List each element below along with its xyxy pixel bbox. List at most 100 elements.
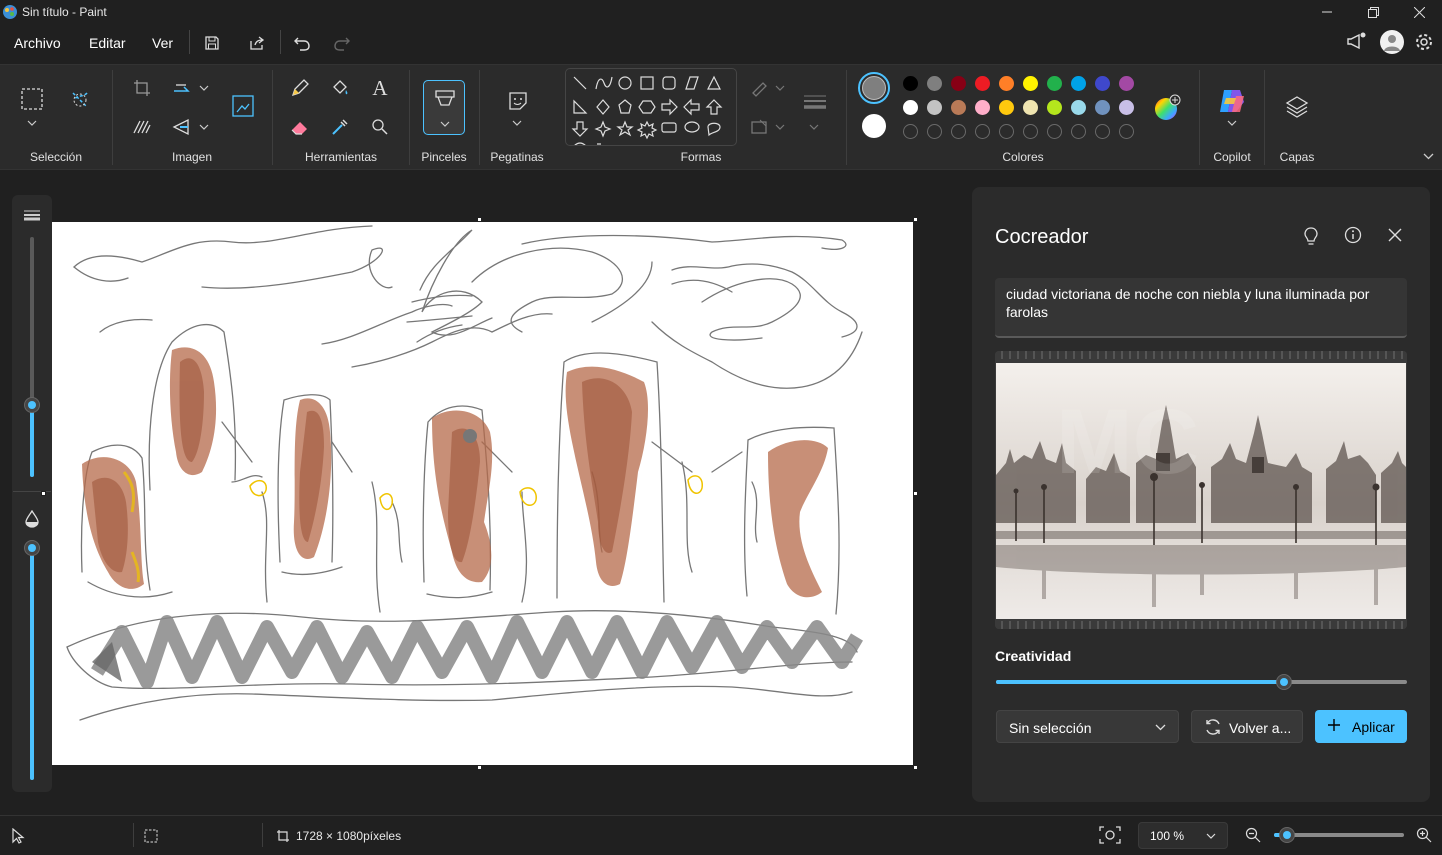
chevron-down-icon[interactable] [1227,120,1237,126]
custom-color-slot[interactable] [927,124,942,139]
chevron-down-icon[interactable] [775,124,785,130]
menu-archivo[interactable]: Archivo [14,35,61,51]
sticker-icon[interactable] [503,87,533,115]
flip-icon[interactable] [167,113,197,141]
opacity-thumb[interactable] [24,540,40,556]
custom-color-slot[interactable] [903,124,918,139]
color-swatch[interactable] [975,100,990,115]
color-swatch[interactable] [999,76,1014,91]
chevron-down-icon[interactable] [809,124,819,130]
lightbulb-icon[interactable] [1302,226,1320,246]
color-picker-icon[interactable] [325,113,355,141]
color-swatch[interactable] [999,100,1014,115]
chevron-down-icon[interactable] [512,120,522,126]
opacity-slider[interactable] [24,540,40,780]
resize-handle[interactable] [477,217,482,222]
color-swatch[interactable] [951,100,966,115]
zoom-out-icon[interactable] [1245,827,1261,843]
color-swatch[interactable] [1071,76,1086,91]
free-select-icon[interactable] [65,86,95,114]
shape-outline-icon[interactable] [745,74,775,102]
prompt-input[interactable]: ciudad victoriana de noche con niebla y … [995,278,1407,338]
image-resize-icon[interactable] [228,92,258,120]
text-tool-icon[interactable]: A [365,74,395,102]
whats-new-icon[interactable] [1345,30,1367,52]
color-swatch[interactable] [927,100,942,115]
shapes-gallery[interactable] [565,68,737,146]
custom-color-slot[interactable] [951,124,966,139]
custom-color-slot[interactable] [975,124,990,139]
style-dropdown[interactable]: Sin selección [996,710,1179,743]
ribbon-collapse-chevron-icon[interactable] [1423,153,1434,160]
line-width-icon[interactable] [800,88,830,116]
apply-button[interactable]: Aplicar [1315,710,1407,743]
custom-color-slot[interactable] [1023,124,1038,139]
color-swatch[interactable] [1119,76,1134,91]
copilot-icon[interactable] [1218,88,1246,114]
color-swatch[interactable] [903,100,918,115]
chevron-down-icon[interactable] [775,85,785,91]
fit-to-window-icon[interactable] [1099,826,1121,844]
color-swatch[interactable] [927,76,942,91]
secondary-color-swatch[interactable] [862,114,886,138]
share-icon[interactable] [245,32,269,54]
color-swatch[interactable] [1095,76,1110,91]
undo-icon[interactable] [290,32,314,54]
crop-icon[interactable] [127,74,157,102]
zoom-slider[interactable] [1274,827,1404,843]
color-swatch[interactable] [1023,76,1038,91]
brushes-button[interactable] [423,80,465,135]
resize-handle[interactable] [913,217,918,222]
fill-bucket-icon[interactable] [325,74,355,102]
creativity-slider[interactable] [996,674,1407,690]
background-remove-icon[interactable] [127,113,157,141]
zoom-thumb[interactable] [1279,827,1295,843]
color-swatch[interactable] [1023,100,1038,115]
chevron-down-icon[interactable] [199,85,209,91]
rotate-icon[interactable] [167,74,197,102]
color-swatch[interactable] [951,76,966,91]
color-swatch[interactable] [903,76,918,91]
restore-button[interactable] [1350,0,1396,24]
eraser-icon[interactable] [285,113,315,141]
zoom-dropdown[interactable]: 100 % [1138,822,1228,849]
pencil-icon[interactable] [285,74,315,102]
chevron-down-icon[interactable] [199,124,209,130]
regenerate-button[interactable]: Volver a... [1191,710,1303,743]
zoom-in-icon[interactable] [1416,827,1432,843]
close-panel-icon[interactable] [1388,228,1402,242]
resize-handle[interactable] [913,491,918,496]
settings-gear-icon[interactable] [1414,32,1434,52]
color-swatch[interactable] [1095,100,1110,115]
color-swatch[interactable] [1047,76,1062,91]
minimize-button[interactable] [1304,0,1350,24]
account-avatar[interactable] [1380,30,1404,54]
creativity-thumb[interactable] [1276,674,1292,690]
menu-editar[interactable]: Editar [89,35,126,51]
primary-color-selector[interactable] [858,72,890,104]
save-icon[interactable] [200,32,224,54]
chevron-down-icon[interactable] [27,120,37,126]
rectangle-select-icon[interactable] [17,85,47,113]
layers-icon[interactable] [1285,95,1309,119]
color-swatch[interactable] [975,76,990,91]
custom-color-slot[interactable] [1095,124,1110,139]
magnifier-icon[interactable] [365,113,395,141]
custom-color-slot[interactable] [1119,124,1134,139]
custom-color-slot[interactable] [1071,124,1086,139]
custom-color-slot[interactable] [999,124,1014,139]
redo-icon[interactable] [330,32,354,54]
menu-ver[interactable]: Ver [152,35,173,51]
shape-fill-icon[interactable] [745,113,775,141]
generated-image-preview[interactable]: MC [995,351,1407,629]
color-swatch[interactable] [1119,100,1134,115]
resize-handle[interactable] [913,765,918,770]
color-swatch[interactable] [1071,100,1086,115]
brush-size-thumb[interactable] [24,397,40,413]
resize-handle[interactable] [477,765,482,770]
close-window-button[interactable] [1396,0,1442,24]
resize-handle[interactable] [41,491,46,496]
custom-color-slot[interactable] [1047,124,1062,139]
brush-size-slider[interactable] [24,237,40,477]
info-icon[interactable] [1344,226,1362,244]
